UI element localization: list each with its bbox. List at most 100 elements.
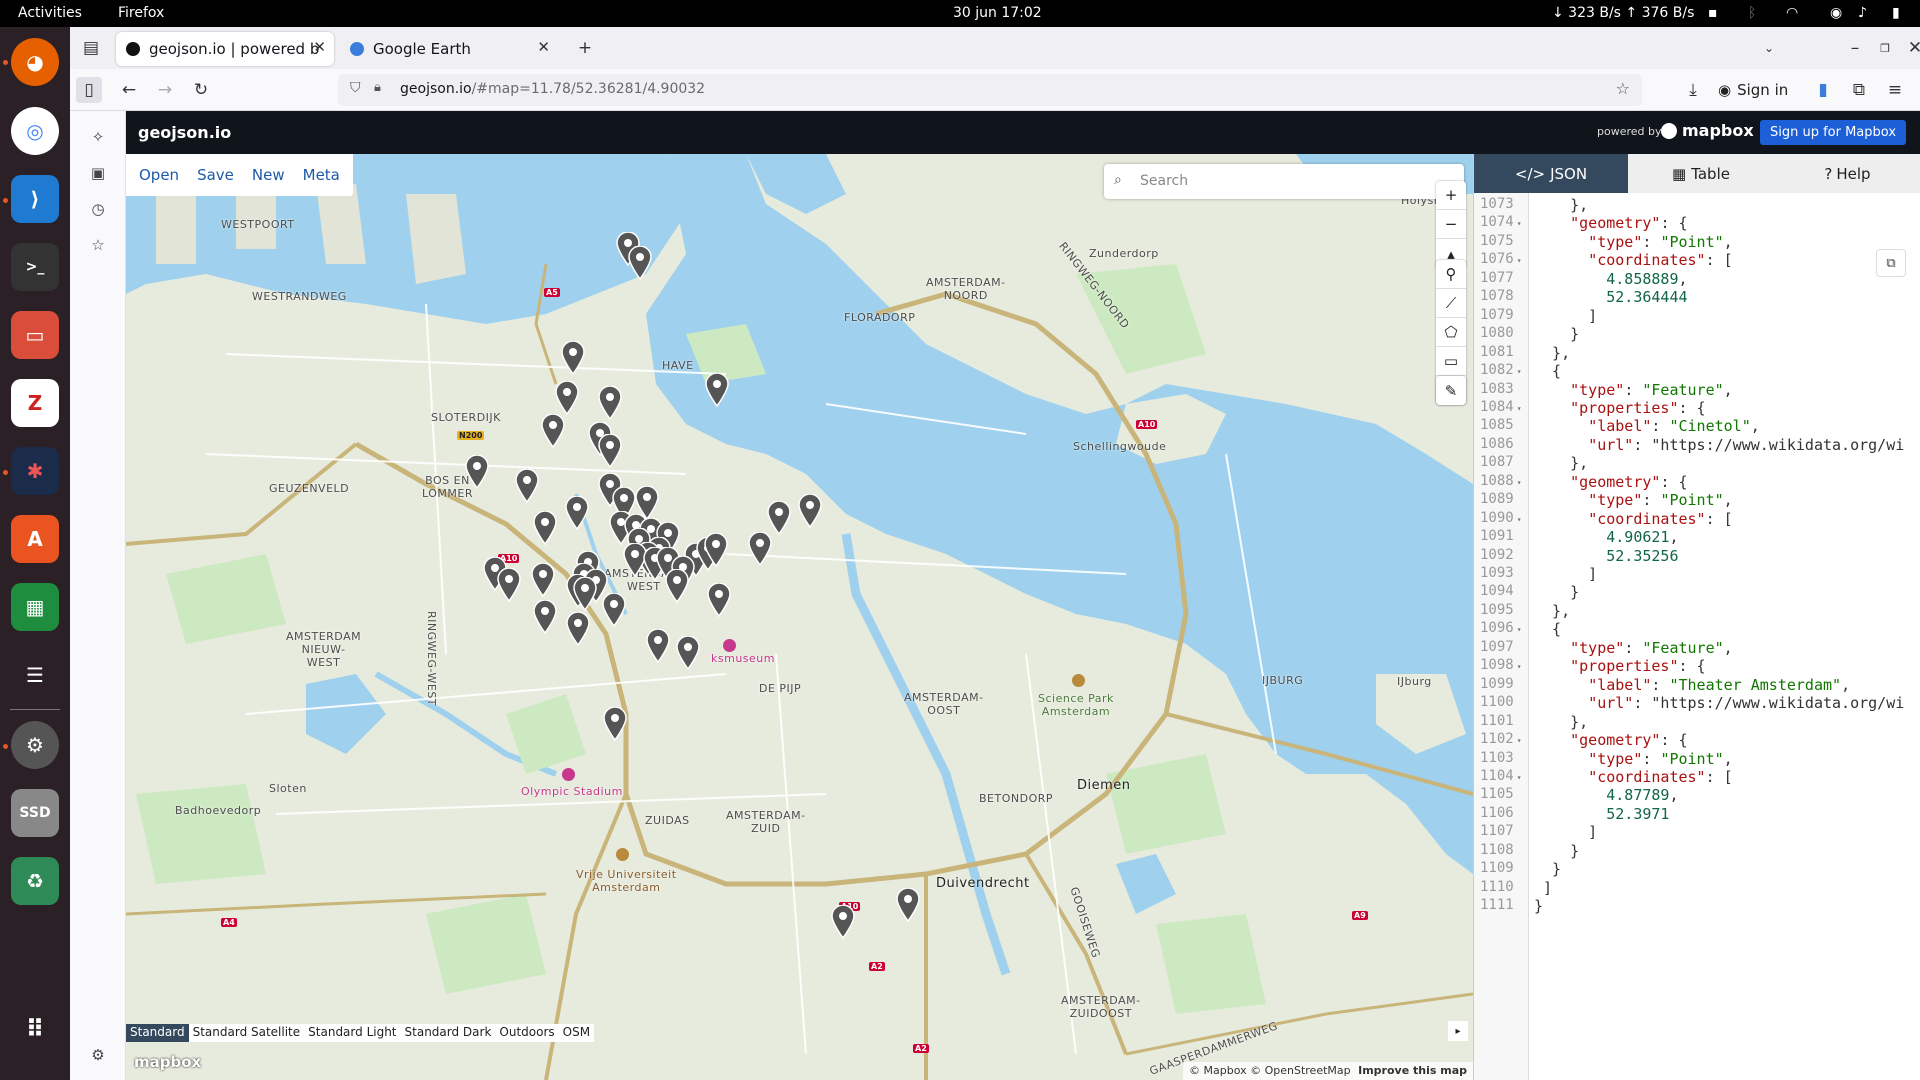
draw-line-icon[interactable]: ⟋ xyxy=(1436,289,1466,318)
bookmarks-icon[interactable]: ☆ xyxy=(86,233,110,257)
terminal-icon[interactable]: >_ xyxy=(11,243,59,291)
ai-chat-icon[interactable]: ✧ xyxy=(86,125,110,149)
code-line[interactable]: } xyxy=(1534,860,1561,878)
draw-marker-icon[interactable]: ⚲ xyxy=(1436,260,1466,289)
map-canvas[interactable]: WESTPOORT WESTRANDWEG SLOTERDIJK GEUZENV… xyxy=(126,154,1473,1080)
fold-arrow-icon[interactable]: ▾ xyxy=(1517,256,1522,265)
reader-extension-icon[interactable]: ▮ xyxy=(1810,77,1836,103)
style-standard-light[interactable]: Standard Light xyxy=(304,1024,400,1042)
fold-arrow-icon[interactable]: ▾ xyxy=(1517,662,1522,671)
vscode-icon[interactable]: ⟩ xyxy=(11,175,59,223)
collapse-panel-chevron-icon[interactable]: ▸ xyxy=(1448,1021,1468,1041)
url-bar[interactable]: ⛉ 🔒︎ geojson.io/#map=11.78/52.36281/4.90… xyxy=(338,74,1642,106)
code-line[interactable]: "coordinates": [ xyxy=(1534,510,1733,528)
map-marker-icon[interactable] xyxy=(603,706,627,742)
code-line[interactable]: ] xyxy=(1534,823,1597,841)
sidebar-settings-icon[interactable]: ⚙ xyxy=(86,1043,110,1067)
fold-arrow-icon[interactable]: ▾ xyxy=(1517,736,1522,745)
minimize-icon[interactable]: – xyxy=(1842,35,1868,61)
map-marker-icon[interactable] xyxy=(531,562,555,598)
map-marker-icon[interactable] xyxy=(705,372,729,408)
style-standard-dark[interactable]: Standard Dark xyxy=(401,1024,496,1042)
software-icon[interactable]: A xyxy=(11,515,59,563)
firefox-icon[interactable]: ◕ xyxy=(11,38,59,86)
draw-rectangle-icon[interactable]: ▭ xyxy=(1436,347,1466,376)
tab-geojson[interactable]: geojson.io | powered by M ✕ xyxy=(116,32,334,66)
apps-grid-icon[interactable]: ⠿ xyxy=(11,1005,59,1053)
close-tab-icon[interactable]: ✕ xyxy=(313,38,326,56)
wifi-icon[interactable]: ◉ xyxy=(1830,5,1842,21)
map-marker-icon[interactable] xyxy=(665,568,689,604)
code-line[interactable]: { xyxy=(1534,362,1561,380)
code-line[interactable]: "label": "Theater Amsterdam", xyxy=(1534,676,1850,694)
lock-icon[interactable]: 🔒︎ xyxy=(374,80,381,95)
fold-arrow-icon[interactable]: ▾ xyxy=(1517,625,1522,634)
new-button[interactable]: New xyxy=(243,166,294,184)
files-icon[interactable]: ▭ xyxy=(11,311,59,359)
active-app-label[interactable]: Firefox xyxy=(118,5,164,21)
map-marker-icon[interactable] xyxy=(798,493,822,529)
map-marker-icon[interactable] xyxy=(704,532,728,568)
open-button[interactable]: Open xyxy=(130,166,188,184)
extensions-icon[interactable]: ⧉ xyxy=(1846,77,1872,103)
json-editor[interactable]: 1073 1074 ▾ 1075 1076 ▾ 1077 1078 1079 1080 1081 10… xyxy=(1474,193,1920,1080)
ssd-icon[interactable]: SSD xyxy=(11,789,59,837)
map-marker-icon[interactable] xyxy=(555,380,579,416)
signup-mapbox-button[interactable]: Sign up for Mapbox xyxy=(1760,120,1906,145)
save-button[interactable]: Save xyxy=(188,166,243,184)
code-line[interactable]: }, xyxy=(1534,344,1570,362)
map-marker-icon[interactable] xyxy=(831,904,855,940)
copy-icon[interactable]: ⧉ xyxy=(1876,249,1906,277)
code-line[interactable]: 52.364444 xyxy=(1534,288,1687,306)
museum-poi-icon[interactable] xyxy=(723,639,736,652)
code-line[interactable]: 52.3971 xyxy=(1534,805,1669,823)
fold-arrow-icon[interactable]: ▾ xyxy=(1517,219,1522,228)
code-line[interactable]: "properties": { xyxy=(1534,399,1705,417)
improve-map-link[interactable]: Improve this map xyxy=(1358,1064,1467,1077)
map-marker-icon[interactable] xyxy=(707,582,731,618)
map-marker-icon[interactable] xyxy=(497,567,521,603)
map-marker-icon[interactable] xyxy=(767,500,791,536)
stadium-poi-icon[interactable] xyxy=(562,768,575,781)
tab-google-earth[interactable]: Google Earth ✕ xyxy=(340,32,558,66)
code-line[interactable]: "geometry": { xyxy=(1534,214,1687,232)
zoom-in-icon[interactable]: + xyxy=(1436,181,1466,210)
trash-icon[interactable]: ♻ xyxy=(11,857,59,905)
tab-help[interactable]: ? Help xyxy=(1774,154,1920,193)
reload-icon[interactable]: ↻ xyxy=(188,77,214,103)
style-standard-satellite[interactable]: Standard Satellite xyxy=(189,1024,305,1042)
sidebar-toggle-icon[interactable]: ▯ xyxy=(76,77,102,103)
code-line[interactable]: "coordinates": [ xyxy=(1534,251,1733,269)
battery-icon[interactable]: ▮ xyxy=(1892,5,1900,21)
map-marker-icon[interactable] xyxy=(896,887,920,923)
attribution-text[interactable]: © Mapbox © OpenStreetMap xyxy=(1189,1064,1351,1077)
zoom-out-icon[interactable]: − xyxy=(1436,210,1466,239)
code-line[interactable]: "properties": { xyxy=(1534,657,1705,675)
code-line[interactable]: ] xyxy=(1534,879,1552,897)
code-line[interactable]: ] xyxy=(1534,565,1597,583)
code-line[interactable]: } xyxy=(1534,583,1579,601)
tab-overview-icon[interactable]: ▤ xyxy=(78,35,104,61)
science-park-poi-icon[interactable] xyxy=(1072,674,1085,687)
menu-icon[interactable]: ≡ xyxy=(1882,77,1908,103)
code-line[interactable]: "geometry": { xyxy=(1534,473,1687,491)
fold-arrow-icon[interactable]: ▾ xyxy=(1517,515,1522,524)
university-poi-icon[interactable] xyxy=(616,848,629,861)
history-icon[interactable]: ◷ xyxy=(86,197,110,221)
map-marker-icon[interactable] xyxy=(565,495,589,531)
code-line[interactable]: "url": "https://www.wikidata.org/wi xyxy=(1534,694,1904,712)
code-line[interactable]: }, xyxy=(1534,454,1588,472)
chrome-icon[interactable]: ◎ xyxy=(11,107,59,155)
code-line[interactable]: "type": "Point", xyxy=(1534,233,1733,251)
style-standard[interactable]: Standard xyxy=(126,1024,189,1042)
code-line[interactable]: "type": "Feature", xyxy=(1534,381,1733,399)
code-line[interactable]: } xyxy=(1534,325,1579,343)
mapbox-brand[interactable]: mapbox xyxy=(1661,121,1754,140)
draw-polygon-icon[interactable]: ⬠ xyxy=(1436,318,1466,347)
shield-icon[interactable]: ⛉ xyxy=(350,80,361,96)
map-marker-icon[interactable] xyxy=(533,510,557,546)
code-line[interactable]: "type": "Point", xyxy=(1534,750,1733,768)
code-line[interactable]: { xyxy=(1534,620,1561,638)
spreadsheet-icon[interactable]: ▦ xyxy=(11,583,59,631)
volume-icon[interactable]: ♪ xyxy=(1858,5,1867,21)
